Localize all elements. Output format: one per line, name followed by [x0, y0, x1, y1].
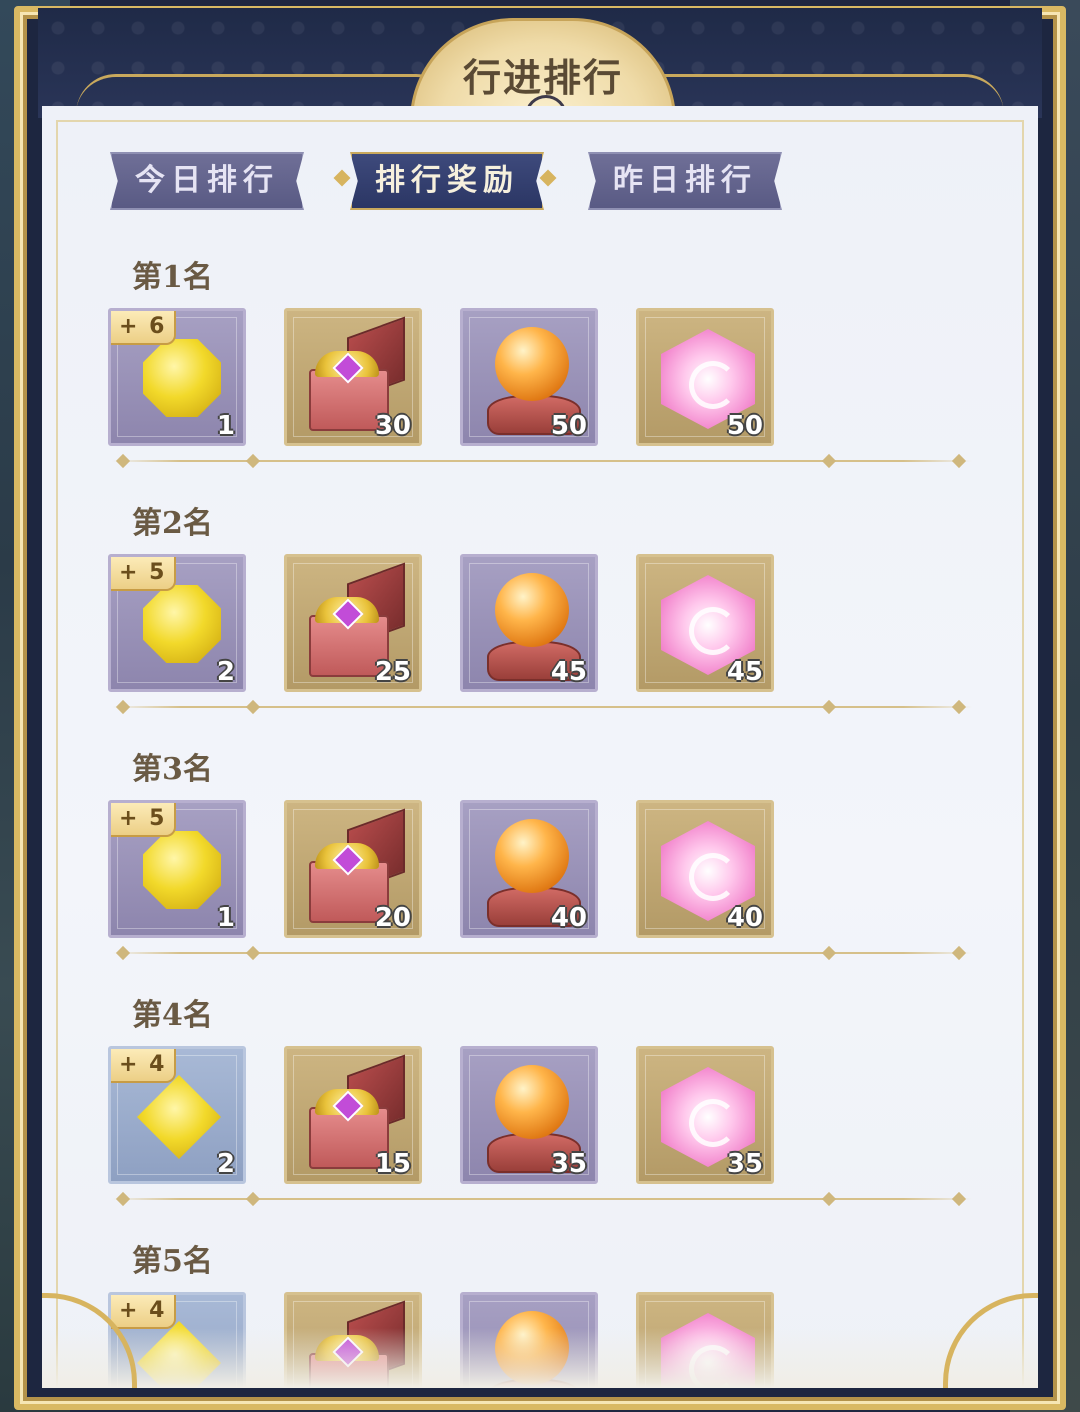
item-count: 15: [374, 1149, 411, 1179]
gem-shape: [137, 1075, 221, 1159]
bottom-fade: [42, 1328, 1038, 1388]
item-count: 45: [550, 657, 587, 687]
item-count: 30: [374, 411, 411, 441]
swirl-icon: [689, 361, 737, 409]
tab-ranking-rewards[interactable]: 排行奖励: [350, 152, 544, 210]
rank-label: 第2名: [132, 506, 213, 541]
tab-yesterday-ranking[interactable]: 昨日排行: [588, 152, 782, 210]
reward-item-slot[interactable]: 35: [636, 1046, 774, 1184]
item-count: 40: [550, 903, 587, 933]
item-count: 1: [216, 411, 235, 441]
reward-item-slot[interactable]: 30: [284, 308, 422, 446]
gem-shape: [143, 339, 221, 417]
rank-divider: [112, 952, 972, 954]
reward-item-slot[interactable]: 35: [460, 1046, 598, 1184]
tab-label: 昨日排行: [613, 163, 757, 198]
rewards-panel: 今日排行 排行奖励 昨日排行 第1名 + 6 1 30 50 50 第2名 + 5 2 25 45 4…: [42, 106, 1038, 1388]
reward-item-slot[interactable]: + 6 1: [108, 308, 246, 446]
tab-label: 排行奖励: [375, 163, 519, 198]
reward-item-slot[interactable]: 15: [284, 1046, 422, 1184]
level-badge: + 4: [111, 1295, 177, 1329]
item-count: 50: [726, 411, 763, 441]
reward-item-slot[interactable]: + 5 2: [108, 554, 246, 692]
level-badge: + 4: [111, 1049, 177, 1083]
rank-label: 第3名: [132, 752, 213, 787]
reward-item-slot[interactable]: 45: [460, 554, 598, 692]
item-count: 45: [726, 657, 763, 687]
reward-item-slot[interactable]: 40: [460, 800, 598, 938]
item-count: 25: [374, 657, 411, 687]
reward-item-slot[interactable]: 40: [636, 800, 774, 938]
item-count: 50: [550, 411, 587, 441]
item-count: 20: [374, 903, 411, 933]
reward-item-slot[interactable]: 50: [460, 308, 598, 446]
reward-item-slot[interactable]: 50: [636, 308, 774, 446]
orb-sphere: [495, 573, 569, 647]
level-badge: + 6: [111, 311, 177, 345]
item-count: 35: [550, 1149, 587, 1179]
item-count: 2: [216, 1149, 235, 1179]
rank-label: 第4名: [132, 998, 213, 1033]
level-badge: + 5: [111, 557, 177, 591]
rank-divider: [112, 706, 972, 708]
swirl-icon: [689, 1099, 737, 1147]
reward-item-slot[interactable]: 25: [284, 554, 422, 692]
reward-item-slot[interactable]: + 4 2: [108, 1046, 246, 1184]
rank-label: 第5名: [132, 1244, 213, 1279]
orb-sphere: [495, 327, 569, 401]
item-count: 40: [726, 903, 763, 933]
item-count: 35: [726, 1149, 763, 1179]
rank-divider: [112, 460, 972, 462]
rank-divider: [112, 1198, 972, 1200]
orb-sphere: [495, 819, 569, 893]
tab-today-ranking[interactable]: 今日排行: [110, 152, 304, 210]
reward-item-slot[interactable]: 20: [284, 800, 422, 938]
rank-label: 第1名: [132, 260, 213, 295]
item-count: 2: [216, 657, 235, 687]
gem-shape: [143, 831, 221, 909]
level-badge: + 5: [111, 803, 177, 837]
orb-sphere: [495, 1065, 569, 1139]
gem-shape: [143, 585, 221, 663]
page-title: 行进排行: [462, 55, 623, 100]
reward-item-slot[interactable]: 45: [636, 554, 774, 692]
item-count: 1: [216, 903, 235, 933]
swirl-icon: [689, 853, 737, 901]
tab-label: 今日排行: [135, 163, 279, 198]
reward-item-slot[interactable]: + 5 1: [108, 800, 246, 938]
swirl-icon: [689, 607, 737, 655]
